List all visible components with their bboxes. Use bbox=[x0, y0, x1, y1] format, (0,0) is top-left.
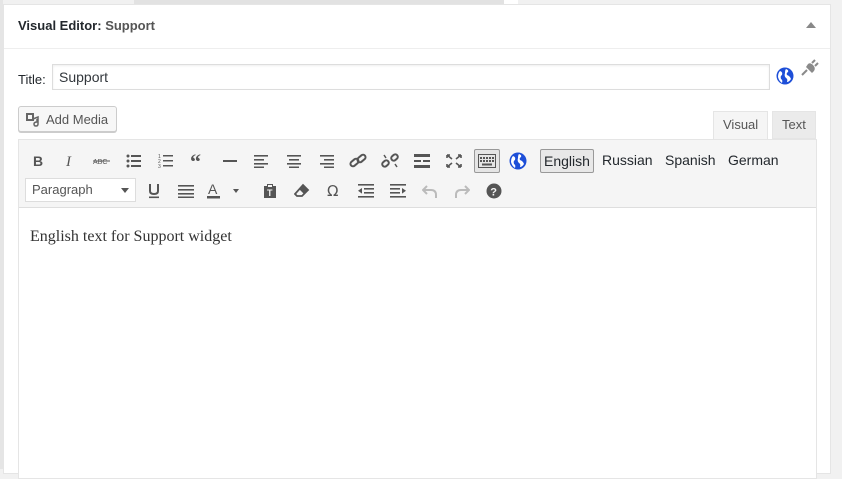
lang-english-button[interactable]: English bbox=[540, 149, 594, 173]
add-media-label: Add Media bbox=[46, 111, 109, 127]
justify-icon[interactable] bbox=[174, 179, 198, 203]
collapse-arrow-icon[interactable] bbox=[806, 22, 816, 28]
chevron-down-icon bbox=[121, 188, 129, 193]
svg-text:ABC: ABC bbox=[93, 159, 107, 166]
bullet-list-icon[interactable] bbox=[122, 149, 146, 173]
align-left-icon[interactable] bbox=[250, 149, 274, 173]
bold-icon[interactable]: B bbox=[26, 149, 50, 173]
editor-content-text[interactable]: English text for Support widget bbox=[30, 228, 232, 246]
lang-german-button[interactable]: German bbox=[725, 149, 782, 173]
lang-spanish-button[interactable]: Spanish bbox=[662, 149, 719, 173]
svg-text:Ω: Ω bbox=[327, 183, 338, 199]
title-label: Title: bbox=[18, 72, 46, 87]
format-select[interactable]: Paragraph bbox=[25, 178, 136, 202]
tab-text[interactable]: Text bbox=[772, 111, 816, 139]
underline-icon[interactable] bbox=[142, 179, 166, 203]
tab-visual[interactable]: Visual bbox=[713, 111, 769, 139]
blockquote-icon[interactable]: “ bbox=[186, 149, 210, 173]
undo-icon[interactable] bbox=[418, 179, 442, 203]
align-right-icon[interactable] bbox=[314, 149, 338, 173]
plug-icon[interactable] bbox=[800, 59, 820, 80]
lang-russian-button[interactable]: Russian bbox=[599, 149, 656, 173]
help-icon[interactable]: ? bbox=[482, 179, 506, 203]
text-color-icon[interactable]: A bbox=[206, 179, 246, 203]
strikethrough-icon[interactable]: ABC bbox=[90, 149, 114, 173]
unlink-icon[interactable] bbox=[378, 149, 402, 173]
editor-content-area[interactable]: English text for Support widget bbox=[19, 208, 816, 478]
svg-text:“: “ bbox=[190, 154, 201, 168]
title-input[interactable] bbox=[52, 64, 770, 90]
link-icon[interactable] bbox=[346, 149, 370, 173]
indent-icon[interactable] bbox=[386, 179, 410, 203]
svg-text:T: T bbox=[267, 188, 273, 198]
paste-text-icon[interactable]: T bbox=[258, 179, 282, 203]
editor-wrap: B I ABC 123 “ English Russian Spanish Ge… bbox=[18, 139, 817, 479]
horizontal-line-icon[interactable] bbox=[218, 149, 242, 173]
panel-title: Visual Editor: Support bbox=[18, 18, 155, 33]
language-globe-icon[interactable] bbox=[506, 149, 530, 173]
globe-icon[interactable] bbox=[776, 67, 794, 85]
svg-text:I: I bbox=[65, 154, 72, 168]
add-media-icon bbox=[25, 111, 41, 127]
panel-header[interactable]: Visual Editor: Support bbox=[4, 5, 830, 49]
add-media-button[interactable]: Add Media bbox=[18, 106, 118, 132]
special-character-icon[interactable]: Ω bbox=[322, 179, 346, 203]
numbered-list-icon[interactable]: 123 bbox=[154, 149, 178, 173]
editor-toolbar: B I ABC 123 “ English Russian Spanish Ge… bbox=[19, 140, 816, 208]
svg-text:3: 3 bbox=[158, 164, 161, 168]
outdent-icon[interactable] bbox=[354, 179, 378, 203]
svg-text:?: ? bbox=[490, 187, 497, 199]
clear-formatting-icon[interactable] bbox=[290, 179, 314, 203]
right-scrollbar-area bbox=[831, 4, 842, 469]
toolbar-toggle-icon[interactable] bbox=[474, 149, 500, 173]
svg-text:B: B bbox=[33, 154, 43, 168]
redo-icon[interactable] bbox=[450, 179, 474, 203]
panel-title-prefix: Visual Editor: bbox=[18, 18, 102, 33]
italic-icon[interactable]: I bbox=[58, 149, 82, 173]
fullscreen-icon[interactable] bbox=[442, 149, 466, 173]
panel-title-name: Support bbox=[105, 18, 156, 33]
format-select-value: Paragraph bbox=[32, 182, 93, 197]
visual-editor-panel: Visual Editor: Support Title: Add bbox=[3, 4, 831, 479]
read-more-icon[interactable] bbox=[410, 149, 434, 173]
align-center-icon[interactable] bbox=[282, 149, 306, 173]
svg-text:A: A bbox=[208, 183, 218, 197]
